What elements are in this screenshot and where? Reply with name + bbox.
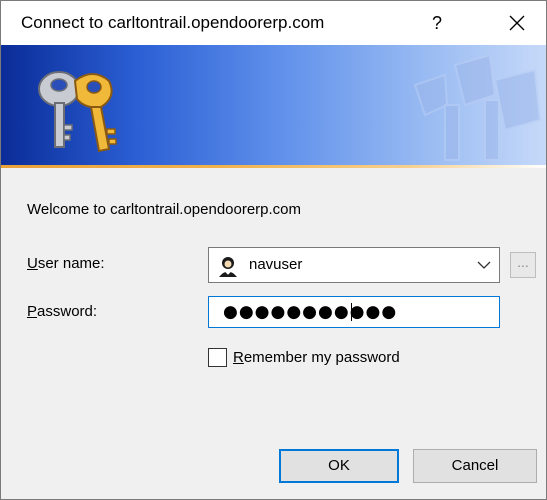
watermark-keys-icon	[413, 53, 542, 161]
username-label: User name:	[27, 255, 105, 272]
remember-label-mnemonic: R	[233, 349, 244, 366]
text-caret	[351, 303, 352, 321]
password-value: ●●●●●●●●●●●	[223, 302, 398, 322]
password-label-text: assword:	[37, 303, 98, 320]
username-label-mnemonic: U	[27, 255, 38, 272]
banner-accent-line	[1, 165, 546, 168]
password-label: Password:	[27, 303, 97, 320]
chevron-down-icon[interactable]	[477, 259, 491, 271]
browse-button[interactable]: ...	[510, 252, 536, 278]
help-button[interactable]: ?	[421, 7, 453, 39]
connect-dialog: Connect to carltontrail.opendoorerp.com …	[0, 0, 547, 500]
username-value: navuser	[249, 256, 303, 273]
keys-icon	[38, 71, 117, 153]
remember-password-label[interactable]: Remember my password	[233, 349, 400, 366]
user-icon	[219, 257, 237, 277]
window-title: Connect to carltontrail.opendoorerp.com	[21, 13, 325, 32]
username-combobox[interactable]: navuser	[208, 247, 500, 283]
username-label-text: ser name:	[37, 255, 105, 272]
cancel-button[interactable]: Cancel	[413, 449, 537, 483]
welcome-text: Welcome to carltontrail.opendoorerp.com	[27, 201, 302, 218]
title-bar: Connect to carltontrail.opendoorerp.com …	[1, 1, 546, 45]
remember-password-checkbox[interactable]	[208, 348, 227, 367]
remember-label-text: emember my password	[243, 349, 400, 366]
password-field[interactable]: ●●●●●●●●●●●	[208, 296, 500, 328]
close-icon	[509, 15, 525, 31]
ok-button[interactable]: OK	[279, 449, 399, 483]
close-button[interactable]	[497, 7, 537, 39]
password-label-mnemonic: P	[27, 303, 38, 320]
